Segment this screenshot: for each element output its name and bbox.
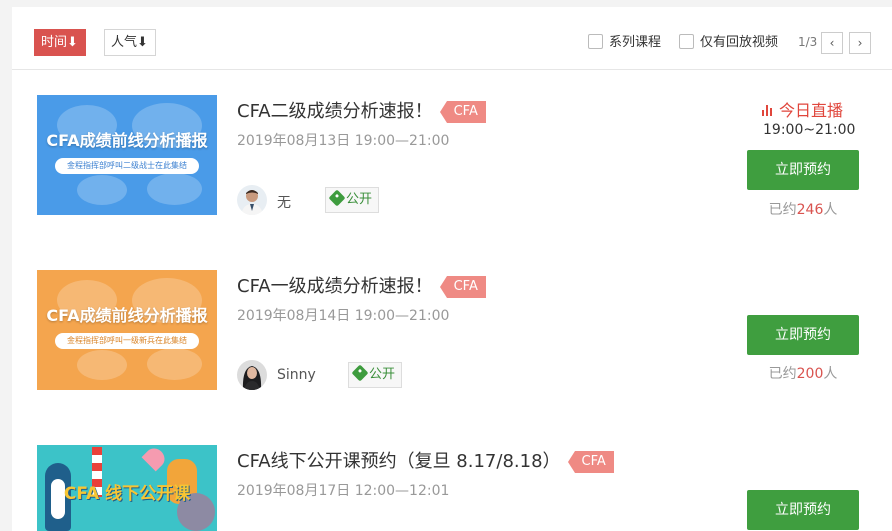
avatar	[237, 360, 267, 390]
course-date: 2019年08月14日 19:00—21:00	[237, 308, 450, 324]
booked-prefix: 已约	[768, 202, 797, 218]
public-badge-label: 公开	[346, 192, 373, 207]
booked-number: 246	[796, 202, 824, 218]
sort-filter-bar: 时间⬇ 人气⬇ 系列课程 仅有回放视频 1/3 ‹ ›	[12, 7, 892, 70]
thumbnail-title: CFA成绩前线分析播报	[46, 306, 208, 325]
series-course-filter[interactable]: 系列课程	[588, 34, 661, 51]
tag-icon	[328, 189, 346, 207]
course-thumbnail[interactable]: CFA成绩前线分析播报 金程指挥部呼叫二级战士在此集结	[37, 95, 217, 215]
thumbnail-title: CFA 线下公开课	[63, 484, 191, 504]
course-thumbnail[interactable]: CFA成绩前线分析播报 金程指挥部呼叫一级新兵在此集结	[37, 270, 217, 390]
live-status-label: 今日直播	[779, 101, 844, 120]
category-tag: CFA	[567, 451, 614, 473]
course-title[interactable]: CFA一级成绩分析速报！ CFA	[237, 272, 486, 298]
category-tag: CFA	[439, 276, 486, 298]
course-title-text[interactable]: CFA二级成绩分析速报！	[237, 101, 433, 122]
booked-count: 已约246人	[747, 199, 859, 219]
course-thumbnail[interactable]: CFA 线下公开课	[37, 445, 217, 531]
course-item: CFA 线下公开课 CFA线下公开课预约（复旦 8.17/8.18） CFA 20…	[12, 445, 892, 531]
thumbnail-subtitle: 金程指挥部呼叫二级战士在此集结	[55, 158, 199, 174]
course-title-text[interactable]: CFA一级成绩分析速报！	[237, 276, 433, 297]
replay-checkbox[interactable]	[679, 34, 694, 49]
booked-number: 200	[796, 366, 824, 382]
public-badge: 公开	[325, 187, 380, 213]
tag-icon	[351, 364, 369, 382]
booked-suffix: 人	[823, 202, 838, 218]
series-filter-label: 系列课程	[609, 35, 662, 50]
booked-count: 已约200人	[747, 363, 859, 383]
public-badge: 公开	[348, 362, 403, 388]
chevron-right-icon[interactable]: ›	[849, 32, 871, 54]
sort-by-time-button[interactable]: 时间⬇	[34, 29, 86, 56]
book-now-button[interactable]: 立即预约	[747, 490, 859, 530]
course-list-panel: 时间⬇ 人气⬇ 系列课程 仅有回放视频 1/3 ‹ › CFA成绩前线分析播报 …	[12, 7, 892, 531]
course-title-text[interactable]: CFA线下公开课预约（复旦 8.17/8.18）	[237, 451, 561, 472]
live-status: 今日直播	[762, 97, 843, 121]
public-badge-label: 公开	[369, 367, 396, 382]
category-tag: CFA	[439, 101, 486, 123]
teacher-name: 无	[277, 195, 291, 211]
book-now-button[interactable]: 立即预约	[747, 315, 859, 355]
live-time: 19:00~21:00	[763, 122, 856, 138]
booked-prefix: 已约	[768, 366, 797, 382]
live-bars-icon	[762, 105, 774, 116]
sort-by-popularity-button[interactable]: 人气⬇	[104, 29, 156, 56]
course-item: CFA成绩前线分析播报 金程指挥部呼叫一级新兵在此集结 CFA一级成绩分析速报！…	[12, 270, 892, 445]
chevron-left-icon[interactable]: ‹	[821, 32, 843, 54]
thumbnail-title: CFA成绩前线分析播报	[46, 131, 208, 150]
booked-suffix: 人	[823, 366, 838, 382]
teacher-name: Sinny	[277, 367, 316, 383]
course-title[interactable]: CFA二级成绩分析速报！ CFA	[237, 97, 486, 123]
page-indicator: 1/3	[798, 35, 818, 49]
avatar	[237, 185, 267, 215]
series-checkbox[interactable]	[588, 34, 603, 49]
course-item: CFA成绩前线分析播报 金程指挥部呼叫二级战士在此集结 CFA二级成绩分析速报！…	[12, 95, 892, 270]
course-title[interactable]: CFA线下公开课预约（复旦 8.17/8.18） CFA	[237, 447, 614, 473]
thumbnail-subtitle: 金程指挥部呼叫一级新兵在此集结	[55, 333, 199, 349]
replay-filter-label: 仅有回放视频	[700, 35, 779, 50]
replay-only-filter[interactable]: 仅有回放视频	[679, 34, 778, 51]
book-now-button[interactable]: 立即预约	[747, 150, 859, 190]
course-date: 2019年08月17日 12:00—12:01	[237, 483, 450, 499]
course-date: 2019年08月13日 19:00—21:00	[237, 133, 450, 149]
